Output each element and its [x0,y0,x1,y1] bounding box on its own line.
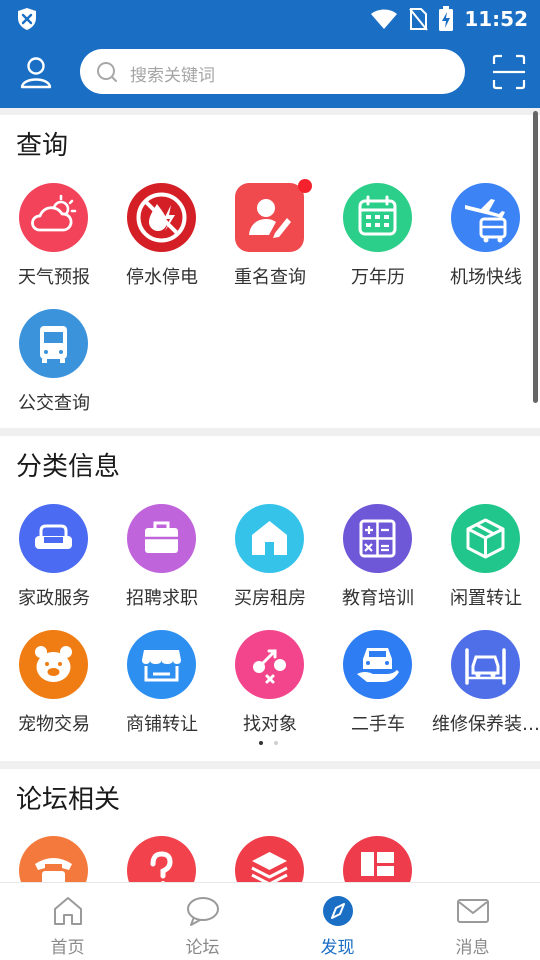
grid-item-repair[interactable]: 维修保养装… [432,630,540,750]
bus-icon [19,309,88,378]
airport-bus-icon [451,183,520,252]
grid-item-label: 家政服务 [18,588,90,609]
scrollbar[interactable] [533,111,538,403]
grid-item-pets[interactable]: 宠物交易 [0,630,108,750]
house-icon [235,504,304,573]
compass-icon [323,896,353,926]
battery-charging-icon [439,6,454,31]
grid-item-label: 公交查询 [18,393,90,414]
section-title: 查询 [16,131,69,161]
grid-item-name-search[interactable]: 重名查询 [216,179,324,303]
grid-item-dating[interactable]: 找对象 [216,630,324,750]
grid-item-label: 买房租房 [234,588,306,609]
no-sim-icon [409,8,429,31]
tab-label: 论坛 [185,938,220,958]
grid-item-secondhand[interactable]: 闲置转让 [432,504,540,624]
grid-item-label: 招聘求职 [126,588,198,609]
top-bar: 搜索关键词 [0,38,540,108]
telephone-icon [19,836,88,882]
notification-dot [298,179,312,193]
briefcase-icon [127,504,196,573]
clock: 11:52 [464,7,528,31]
sofa-icon [19,504,88,573]
grid-item-airport-bus[interactable]: 机场快线 [432,183,540,303]
scan-icon[interactable] [492,54,526,90]
grid-item-label: 重名查询 [234,267,306,288]
grid-item-boards[interactable] [324,836,432,882]
wifi-icon [371,9,398,29]
grid-item-label: 万年历 [351,267,405,288]
tab-label: 消息 [455,938,490,958]
grid-item-label: 找对象 [243,714,297,735]
grid-item-hotline[interactable] [0,836,108,882]
calculator-icon [343,504,412,573]
grid-item-label: 停水停电 [126,267,198,288]
pet-icon [19,630,88,699]
page-indicator [259,741,283,747]
grid-item-label: 维修保养装… [432,714,540,735]
bottom-tab-bar: 首页 论坛 发现 消息 [0,882,540,960]
grid-item-label: 机场快线 [450,267,522,288]
question-icon [127,836,196,882]
page-dot-active [259,741,263,745]
car-lift-icon [451,630,520,699]
query-section: 查询 天气预报 停水停电 重名查询 万年历 机场快线 公交查询 [0,115,540,428]
shield-icon [18,8,36,30]
grid-icon [343,836,412,882]
calendar-icon [343,183,412,252]
search-bar[interactable]: 搜索关键词 [80,49,465,94]
gender-icon [235,630,304,699]
search-placeholder: 搜索关键词 [130,66,215,86]
shop-icon [127,630,196,699]
grid-item-outage[interactable]: 停水停电 [108,183,216,303]
tab-label: 首页 [50,938,85,958]
grid-item-label: 天气预报 [18,267,90,288]
tab-forum[interactable]: 论坛 [135,883,270,960]
grid-item-used-car[interactable]: 二手车 [324,630,432,750]
no-water-power-icon [127,183,196,252]
user-icon[interactable] [18,54,54,90]
name-search-icon [235,179,312,252]
home-icon [54,897,82,925]
grid-item-weather[interactable]: 天气预报 [0,183,108,303]
section-title: 分类信息 [16,452,121,482]
grid-item-topics[interactable] [216,836,324,882]
grid-item-jobs[interactable]: 招聘求职 [108,504,216,624]
grid-item-shops[interactable]: 商铺转让 [108,630,216,750]
search-icon [97,62,117,82]
tab-label: 发现 [320,938,355,958]
mail-icon [457,899,489,923]
grid-item-label: 教育培训 [342,588,414,609]
grid-item-housing[interactable]: 买房租房 [216,504,324,624]
chat-icon [187,897,219,926]
weather-icon [19,183,88,252]
layers-icon [235,836,304,882]
section-title: 论坛相关 [16,785,121,815]
grid-item-education[interactable]: 教育培训 [324,504,432,624]
grid-item-label: 商铺转让 [126,714,198,735]
used-car-icon [343,630,412,699]
box-icon [451,504,520,573]
status-bar: 11:52 [0,0,540,38]
forum-section: 论坛相关 [0,769,540,882]
grid-item-help[interactable] [108,836,216,882]
grid-item-calendar[interactable]: 万年历 [324,183,432,303]
grid-item-label: 二手车 [351,714,405,735]
tab-discover[interactable]: 发现 [270,883,405,960]
classifieds-section: 分类信息 家政服务 招聘求职 买房租房 教育培训 闲置转让 宠物交易 商铺转让 … [0,436,540,761]
tab-home[interactable]: 首页 [0,883,135,960]
grid-item-label: 闲置转让 [450,588,522,609]
grid-item-housekeeping[interactable]: 家政服务 [0,504,108,624]
page-dot [274,741,278,745]
grid-item-bus[interactable]: 公交查询 [0,309,108,429]
tab-messages[interactable]: 消息 [405,883,540,960]
grid-item-label: 宠物交易 [18,714,90,735]
